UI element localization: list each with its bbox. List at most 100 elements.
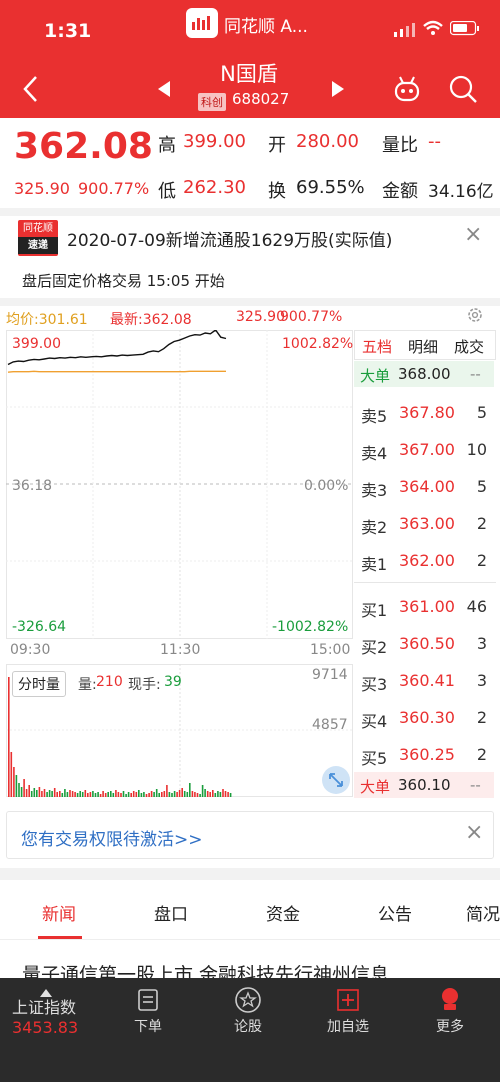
ask-row[interactable]: 卖3 364.00 5 <box>355 469 495 505</box>
volume-bar <box>176 792 178 797</box>
volume-bar <box>145 794 148 797</box>
price-change: 325.90 <box>14 179 70 198</box>
volume-bar <box>84 790 87 797</box>
tab-details[interactable]: 明细 <box>408 336 438 357</box>
open-value: 280.00 <box>296 131 359 152</box>
flash-logo: 同花顺 速递 <box>18 220 58 256</box>
stock-code: 688027 <box>232 90 290 108</box>
volume-bar <box>104 793 107 797</box>
volume-bar <box>125 794 127 797</box>
volume-bar <box>138 790 140 797</box>
tab-announcements[interactable]: 公告 <box>378 900 412 925</box>
close-icon[interactable]: × <box>465 820 483 845</box>
index-name[interactable]: 上证指数 <box>12 994 76 1018</box>
amount-value: 34.16亿 <box>428 182 494 202</box>
volume-bar <box>140 793 143 797</box>
settings-icon[interactable] <box>466 306 484 328</box>
cur-label: 现手: <box>128 677 161 693</box>
volume-tag[interactable]: 分时量 <box>12 671 66 697</box>
big-order-bottom-label: 大单 <box>360 778 391 796</box>
ask-volume: 5 <box>476 477 487 496</box>
next-stock-icon[interactable] <box>330 80 346 102</box>
search-icon[interactable] <box>448 74 478 108</box>
ask-volume: 2 <box>476 514 487 533</box>
volume-bar <box>71 791 74 797</box>
volume-bar <box>194 792 196 797</box>
expand-icon[interactable] <box>322 766 350 794</box>
last-price: 362.08 <box>14 126 153 167</box>
ask-price: 362.00 <box>399 551 455 570</box>
volume-bar <box>10 752 13 797</box>
tab-funds[interactable]: 资金 <box>266 900 300 925</box>
volume-bar <box>130 793 132 797</box>
close-icon[interactable]: × <box>464 222 482 247</box>
volume-bar <box>112 793 115 797</box>
permission-banner[interactable]: 您有交易权限待激活>> × <box>6 811 494 859</box>
volume-bar <box>102 791 104 797</box>
latest-price-label: 最新:362.08 <box>110 312 192 328</box>
volume-bar <box>81 792 84 797</box>
tab-five-levels[interactable]: 五档 <box>362 336 392 357</box>
ask-price: 364.00 <box>399 477 455 496</box>
tab-add-watchlist[interactable]: 加自选 <box>298 978 398 1038</box>
ask-volume: 10 <box>466 440 487 459</box>
volume-bar <box>132 791 135 797</box>
ask-row[interactable]: 卖2 363.00 2 <box>355 506 495 542</box>
volume-bar <box>127 792 130 797</box>
ask-row[interactable]: 卖5 367.80 5 <box>355 395 495 431</box>
bid-volume: 3 <box>476 671 487 690</box>
volume-bar <box>38 787 41 797</box>
permission-link[interactable]: 您有交易权限待激活>> <box>21 825 203 850</box>
tab-more-label: 更多 <box>436 1019 464 1035</box>
app-logo-icon <box>186 8 218 38</box>
divider <box>0 868 500 880</box>
bid-row[interactable]: 买5 360.25 2 <box>355 737 495 773</box>
ask-label: 卖2 <box>361 518 388 537</box>
after-hours-text: 盘后固定价格交易 15:05 开始 <box>22 272 225 290</box>
volume-bar <box>148 793 150 797</box>
bid-row[interactable]: 买4 360.30 2 <box>355 700 495 736</box>
y-bottom-pct-label: -1002.82% <box>272 619 349 635</box>
robot-icon[interactable] <box>392 74 422 108</box>
volume-bar <box>117 792 120 797</box>
bid-volume: 46 <box>466 597 487 616</box>
prev-stock-icon[interactable] <box>156 80 172 102</box>
tab-discuss[interactable]: 论股 <box>198 978 298 1038</box>
ask-row[interactable]: 卖4 367.00 10 <box>355 432 495 468</box>
bid-volume: 3 <box>476 634 487 653</box>
time-end-label: 15:00 <box>310 642 351 658</box>
flash-text[interactable]: 2020-07-09新增流通股1629万股(实际值) <box>67 226 392 251</box>
volume-bar <box>196 793 199 797</box>
ask-row[interactable]: 卖1 362.00 2 <box>355 543 495 579</box>
bid-row[interactable]: 买2 360.50 3 <box>355 626 495 662</box>
volume-bar <box>97 792 99 797</box>
tab-news[interactable]: 新闻 <box>42 900 76 925</box>
volume-bar <box>186 792 189 797</box>
back-icon[interactable] <box>20 74 42 108</box>
volume-bar <box>178 790 181 797</box>
volume-bar <box>76 793 79 797</box>
volume-ratio-value: -- <box>428 131 441 152</box>
volume-bar <box>173 791 176 797</box>
volume-bar <box>171 793 173 797</box>
tab-handicap[interactable]: 盘口 <box>154 900 188 925</box>
latest-change: 325.90 <box>236 309 285 325</box>
tab-profile[interactable]: 简况 <box>466 900 500 925</box>
time-start-label: 09:30 <box>10 642 51 658</box>
cur-value: 39 <box>164 674 182 690</box>
news-flash-bar[interactable]: 同花顺 速递 2020-07-09新增流通股1629万股(实际值) × <box>0 216 500 260</box>
tab-order[interactable]: 下单 <box>98 978 198 1038</box>
y-mid-label: 36.18 <box>12 478 53 494</box>
bid-row[interactable]: 买1 361.00 46 <box>355 589 495 625</box>
volume-bar <box>161 792 163 797</box>
volume-bar <box>18 783 20 797</box>
info-tabs: 新闻 盘口 资金 公告 简况 <box>0 880 500 940</box>
tab-trades[interactable]: 成交 <box>454 336 484 357</box>
bid-row[interactable]: 买3 360.41 3 <box>355 663 495 699</box>
volume-bar <box>92 791 94 797</box>
bid-volume: 2 <box>476 745 487 764</box>
volume-bar <box>115 790 117 797</box>
volume-bar <box>204 789 206 797</box>
low-value: 262.30 <box>183 177 246 198</box>
tab-more[interactable]: 更多 <box>400 978 500 1038</box>
